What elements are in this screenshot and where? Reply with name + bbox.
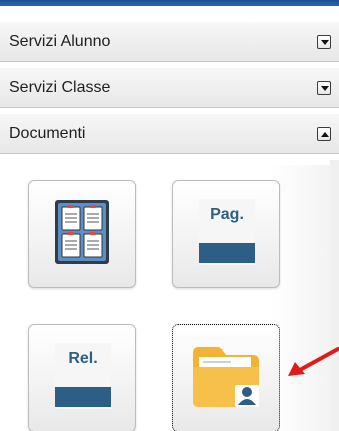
section-header-servizi-alunno[interactable]: Servizi Alunno	[0, 22, 339, 62]
user-folder-icon	[193, 347, 259, 407]
rel-label: Rel.	[68, 350, 97, 367]
grid-documents-icon	[55, 200, 109, 264]
right-scroll-area	[330, 160, 339, 431]
section-label: Servizi Alunno	[9, 33, 111, 50]
top-border	[0, 0, 339, 6]
section-label: Documenti	[9, 125, 86, 142]
pag-document-tile[interactable]: Pag.	[172, 180, 280, 288]
rel-document-icon: Rel.	[55, 343, 111, 409]
accordion-panel: Servizi Alunno Servizi Classe Documenti	[0, 0, 339, 431]
user-folder-tile[interactable]	[172, 324, 280, 431]
chevron-down-icon[interactable]	[317, 81, 331, 95]
red-arrow-icon	[288, 347, 339, 376]
chevron-up-icon[interactable]	[317, 127, 331, 141]
section-label: Servizi Classe	[9, 79, 111, 96]
grid-documents-tile[interactable]	[28, 180, 136, 288]
pag-label: Pag.	[210, 206, 244, 223]
rel-document-tile[interactable]: Rel.	[28, 324, 136, 431]
section-header-documenti[interactable]: Documenti	[0, 114, 339, 154]
pag-document-icon: Pag.	[199, 199, 255, 265]
section-header-servizi-classe[interactable]: Servizi Classe	[0, 68, 339, 108]
chevron-down-icon[interactable]	[317, 35, 331, 49]
